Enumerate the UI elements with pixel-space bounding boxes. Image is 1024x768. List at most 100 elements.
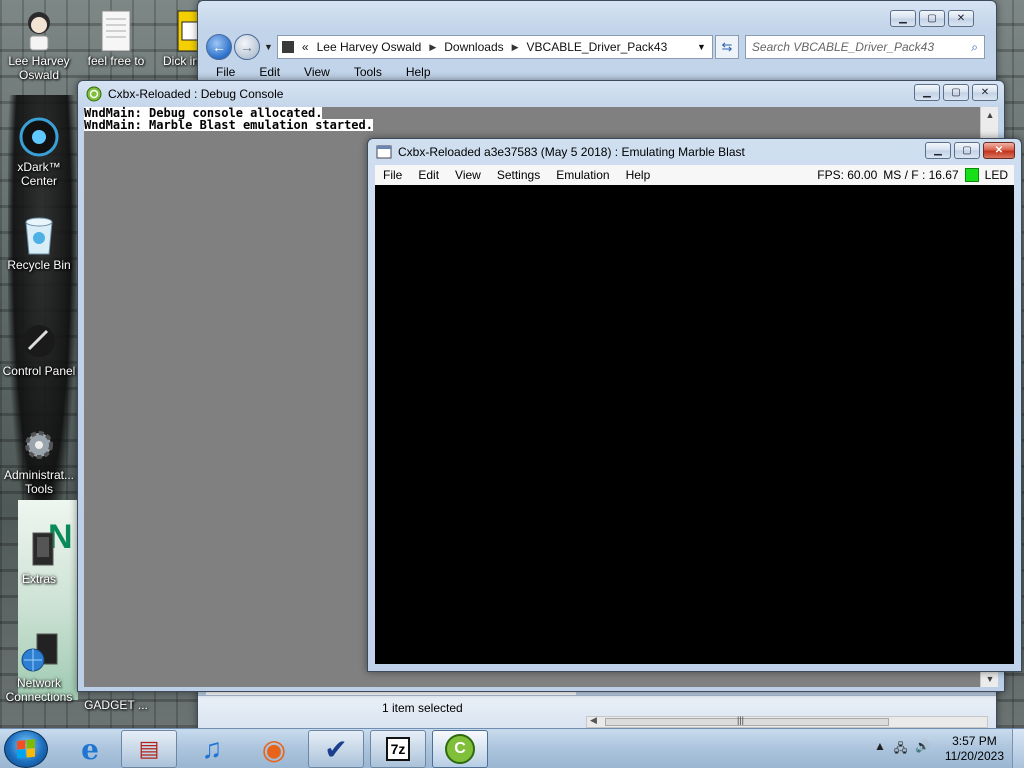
itunes-icon: ♫ bbox=[201, 733, 223, 764]
recent-pages-dropdown[interactable]: ▼ bbox=[264, 42, 273, 52]
clock-time: 3:57 PM bbox=[952, 734, 997, 748]
breadcrumb-item[interactable]: Downloads bbox=[444, 40, 503, 54]
desktop-icon-label: feel free to bbox=[87, 54, 145, 68]
desktop-icon-gadget[interactable]: GADGET ... bbox=[78, 698, 154, 712]
maximize-button[interactable]: ▢ bbox=[954, 142, 980, 159]
console-line: WndMain: Marble Blast emulation started. bbox=[84, 118, 373, 132]
close-icon: ✕ bbox=[994, 144, 1004, 156]
tray-icons: ▲ 🖧 🔊 bbox=[874, 739, 930, 760]
chevron-down-icon[interactable]: ▼ bbox=[697, 42, 706, 52]
show-hidden-icons-icon[interactable]: ▲ bbox=[874, 739, 886, 760]
status-text: 1 item selected bbox=[382, 701, 463, 715]
desktop-icon-label: GADGET ... bbox=[84, 698, 148, 712]
desktop-icon-control-panel[interactable]: Control Panel bbox=[1, 320, 77, 378]
document-icon bbox=[95, 10, 137, 52]
menu-edit[interactable]: Edit bbox=[410, 168, 447, 182]
menu-view[interactable]: View bbox=[304, 65, 330, 79]
emulator-window[interactable]: Cxbx-Reloaded a3e37583 (May 5 2018) : Em… bbox=[367, 138, 1022, 672]
minimize-icon: ▁ bbox=[923, 86, 931, 98]
admin-tools-icon bbox=[18, 424, 60, 466]
explorer-menubar: File Edit View Tools Help bbox=[216, 65, 431, 79]
checkmark-app-icon: ✔ bbox=[324, 733, 348, 765]
debug-console-titlebar[interactable]: Cxbx-Reloaded : Debug Console bbox=[78, 81, 1004, 107]
menu-edit[interactable]: Edit bbox=[259, 65, 280, 79]
start-button[interactable] bbox=[4, 730, 48, 768]
desktop-icon-xdark-center[interactable]: xDark™ Center bbox=[1, 116, 77, 188]
minimize-button[interactable]: ▁ bbox=[914, 84, 940, 101]
windows-logo-icon bbox=[17, 739, 35, 759]
arrow-right-icon: → bbox=[240, 39, 254, 55]
desktop-icon-network-connections[interactable]: Network Connections bbox=[1, 632, 77, 704]
search-input[interactable]: Search VBCABLE_Driver_Pack43 ⌕ bbox=[744, 35, 985, 59]
close-button[interactable]: ✕ bbox=[983, 142, 1015, 159]
menu-settings[interactable]: Settings bbox=[489, 168, 548, 182]
minimize-button[interactable]: ▁ bbox=[890, 10, 916, 27]
emulator-titlebar[interactable]: Cxbx-Reloaded a3e37583 (May 5 2018) : Em… bbox=[368, 139, 1021, 165]
led-indicator-icon bbox=[964, 168, 979, 182]
breadcrumb-item[interactable]: Lee Harvey Oswald bbox=[317, 40, 422, 54]
clock-date: 11/20/2023 bbox=[944, 749, 1004, 763]
emulator-render-surface[interactable] bbox=[375, 185, 1014, 664]
breadcrumb-separator-icon[interactable]: ▶ bbox=[429, 42, 436, 53]
horizontal-scrollbar[interactable]: ◀ ||| bbox=[586, 715, 988, 728]
back-button[interactable]: ← bbox=[206, 34, 232, 60]
desktop-icon-admin-tools[interactable]: Administrat... Tools bbox=[1, 424, 77, 496]
emulator-stats: FPS: 60.00 MS / F : 16.67 LED bbox=[817, 168, 1008, 182]
maximize-button[interactable]: ▢ bbox=[943, 84, 969, 101]
show-desktop-button[interactable] bbox=[1012, 729, 1024, 768]
taskbar-7zip[interactable]: 7z bbox=[370, 730, 426, 768]
breadcrumb-separator-icon[interactable]: ▶ bbox=[512, 42, 519, 53]
desktop-icon-extras[interactable]: Extras bbox=[1, 528, 77, 586]
menu-file[interactable]: File bbox=[216, 65, 235, 79]
arrow-left-icon: ← bbox=[212, 39, 226, 55]
menu-help[interactable]: Help bbox=[618, 168, 659, 182]
menu-view[interactable]: View bbox=[447, 168, 489, 182]
taskbar-internet-explorer[interactable]: e bbox=[62, 730, 118, 768]
desktop-icon-label: Network Connections bbox=[5, 676, 73, 704]
taskbar: e ▤ ♫ ◉ ✔ 7z C ▲ 🖧 🔊 3:57 PM 11/20/2023 bbox=[0, 728, 1024, 768]
scroll-up-icon[interactable]: ▲ bbox=[981, 107, 999, 123]
desktop-icon-label: Extras bbox=[21, 572, 56, 586]
address-bar[interactable]: « Lee Harvey Oswald ▶ Downloads ▶ VBCABL… bbox=[276, 35, 713, 59]
scroll-thumb[interactable] bbox=[605, 718, 889, 726]
breadcrumb-item[interactable]: VBCABLE_Driver_Pack43 bbox=[527, 40, 668, 54]
refresh-button[interactable]: ⇆ bbox=[714, 35, 739, 59]
menu-help[interactable]: Help bbox=[406, 65, 431, 79]
menu-file[interactable]: File bbox=[375, 168, 410, 182]
network-status-icon[interactable]: 🖧 bbox=[894, 739, 907, 760]
desktop-icon-label: Lee Harvey Oswald bbox=[8, 54, 70, 82]
close-button[interactable]: ✕ bbox=[948, 10, 974, 27]
maximize-button[interactable]: ▢ bbox=[919, 10, 945, 27]
scroll-left-icon[interactable]: ◀ bbox=[590, 715, 597, 726]
desktop-icon-dick-in[interactable]: Dick in bbox=[155, 10, 197, 68]
desktop-icon-feel-free[interactable]: feel free to bbox=[78, 10, 154, 68]
taskbar-itunes[interactable]: ♫ bbox=[184, 730, 240, 768]
desktop-icon-user-folder[interactable]: Lee Harvey Oswald bbox=[1, 10, 77, 82]
archive-manager-icon: ▤ bbox=[138, 736, 160, 761]
taskbar-firefox[interactable]: ◉ bbox=[246, 730, 302, 768]
control-panel-icon bbox=[18, 320, 60, 362]
refresh-icon: ⇆ bbox=[721, 39, 733, 54]
document-icon bbox=[169, 10, 197, 52]
desktop-icon-recycle-bin[interactable]: Recycle Bin bbox=[1, 214, 77, 272]
scroll-down-icon[interactable]: ▼ bbox=[981, 671, 999, 687]
desktop-icon-label: Dick in bbox=[163, 54, 197, 68]
menu-tools[interactable]: Tools bbox=[354, 65, 382, 79]
system-tray: ▲ 🖧 🔊 3:57 PM 11/20/2023 bbox=[864, 729, 1024, 768]
minimize-button[interactable]: ▁ bbox=[925, 142, 951, 159]
desktop-icon-label: Recycle Bin bbox=[7, 258, 71, 272]
taskbar-archive-manager[interactable]: ▤ bbox=[121, 730, 177, 768]
cxbx-app-icon bbox=[86, 86, 102, 102]
clock[interactable]: 3:57 PM 11/20/2023 bbox=[945, 734, 1004, 764]
taskbar-cxbx-reloaded[interactable]: C bbox=[432, 730, 488, 768]
fps-readout: FPS: 60.00 bbox=[817, 168, 878, 182]
forward-button[interactable]: → bbox=[234, 34, 260, 60]
window-title: Cxbx-Reloaded a3e37583 (May 5 2018) : Em… bbox=[398, 145, 745, 159]
close-button[interactable]: ✕ bbox=[972, 84, 998, 101]
volume-icon[interactable]: 🔊 bbox=[915, 739, 930, 760]
breadcrumb-prefix[interactable]: « bbox=[302, 40, 309, 54]
maximize-icon: ▢ bbox=[927, 12, 937, 24]
scroll-grip: ||| bbox=[737, 715, 745, 725]
taskbar-checkmark-app[interactable]: ✔ bbox=[308, 730, 364, 768]
menu-emulation[interactable]: Emulation bbox=[548, 168, 617, 182]
